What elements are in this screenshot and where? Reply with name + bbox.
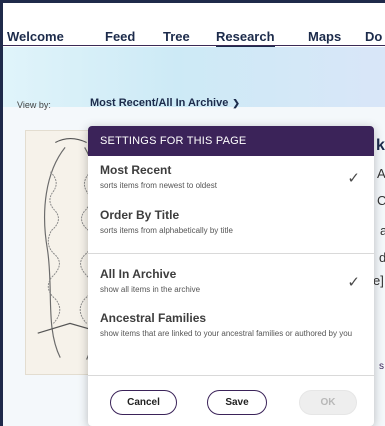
nav-tree[interactable]: Tree: [163, 29, 190, 44]
nav-research[interactable]: Research: [216, 29, 275, 48]
item-link-fragment[interactable]: s: [379, 361, 384, 372]
sort-option-order-by-title[interactable]: Order By Title sorts items from alphabet…: [100, 208, 362, 237]
ok-button[interactable]: OK: [299, 390, 357, 415]
item-text-line: A: [377, 166, 385, 181]
item-text-line: a: [380, 223, 385, 238]
save-button[interactable]: Save: [207, 390, 267, 415]
option-title: Most Recent: [100, 163, 172, 177]
cancel-button[interactable]: Cancel: [110, 390, 177, 415]
view-by-label: View by:: [17, 100, 51, 110]
chevron-down-icon: ❯: [232, 98, 240, 108]
view-by-value: Most Recent/All In Archive: [90, 97, 229, 109]
checkmark-icon: ✓: [347, 170, 360, 187]
nav-welcome[interactable]: Welcome: [7, 29, 64, 44]
top-navigation: Welcome Feed Tree Research Maps Do: [3, 3, 385, 48]
view-by-dropdown[interactable]: Most Recent/All In Archive ❯: [90, 97, 240, 109]
option-title: Order By Title: [100, 208, 180, 222]
sort-option-most-recent[interactable]: Most Recent sorts items from newest to o…: [100, 163, 362, 192]
option-title: Ancestral Families: [100, 311, 207, 325]
section-divider: [88, 253, 374, 254]
nav-documents[interactable]: Do: [365, 29, 382, 44]
item-text-line: e]: [373, 273, 384, 288]
app-frame: Welcome Feed Tree Research Maps Do View …: [0, 0, 385, 426]
option-title: All In Archive: [100, 267, 177, 281]
filter-option-ancestral-families[interactable]: Ancestral Families show items that are l…: [100, 311, 362, 340]
option-description: sorts items from newest to oldest: [100, 181, 217, 190]
item-title-fragment: k: [376, 137, 385, 154]
section-divider: [88, 375, 374, 376]
option-description: show items that are linked to your ances…: [100, 329, 353, 338]
option-description: sorts items from alphabetically by title: [100, 226, 233, 235]
nav-maps[interactable]: Maps: [308, 29, 341, 44]
nav-feed[interactable]: Feed: [105, 29, 135, 44]
settings-popup: SETTINGS FOR THIS PAGE Most Recent sorts…: [88, 126, 374, 426]
checkmark-icon: ✓: [347, 274, 360, 291]
item-text-line: d: [379, 250, 385, 265]
option-description: show all items in the archive: [100, 285, 201, 294]
item-text-line: C: [377, 193, 385, 208]
filter-option-all-in-archive[interactable]: All In Archive show all items in the arc…: [100, 267, 362, 296]
popup-header: SETTINGS FOR THIS PAGE: [88, 126, 374, 156]
